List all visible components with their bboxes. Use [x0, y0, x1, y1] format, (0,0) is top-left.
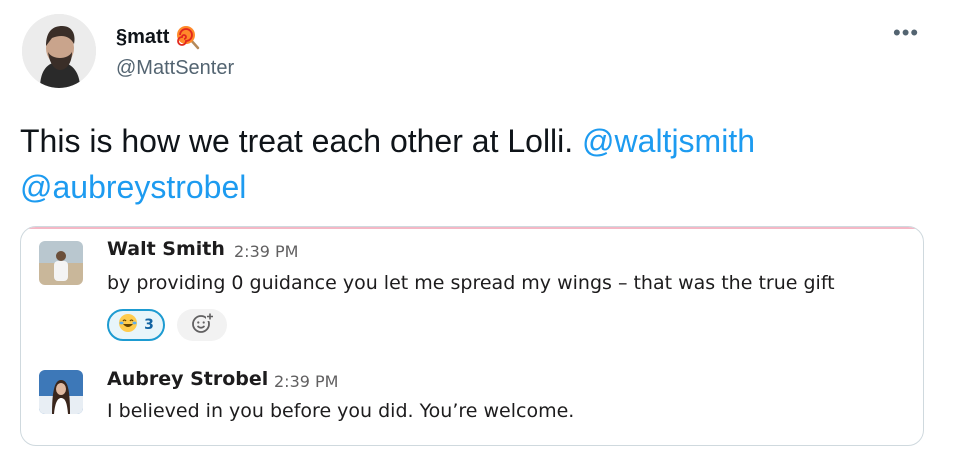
author-display-name[interactable]: §matt: [116, 24, 201, 50]
mention-waltjsmith[interactable]: @waltjsmith: [582, 123, 755, 159]
message-text: by providing 0 guidance you let me sprea…: [107, 272, 835, 294]
add-reaction-button[interactable]: [177, 309, 227, 341]
embedded-image[interactable]: Walt Smith 2:39 PM by providing 0 guidan…: [20, 226, 924, 446]
walt-smith-avatar: [39, 241, 83, 285]
message-text: I believed in you before you did. You’re…: [107, 400, 575, 422]
more-horizontal-icon[interactable]: •••: [893, 20, 919, 46]
add-emoji-icon: [190, 311, 214, 340]
tweet-body: This is how we treat each other at Lolli…: [20, 123, 574, 159]
author-avatar[interactable]: [22, 14, 96, 88]
message-author-name: Walt Smith: [107, 238, 225, 260]
display-name-text: §matt: [116, 25, 170, 48]
joy-emoji-icon: [118, 313, 138, 338]
mention-aubreystrobel[interactable]: @aubreystrobel: [20, 169, 246, 205]
aubrey-strobel-avatar: [39, 370, 83, 414]
embed-top-border: [21, 227, 923, 229]
message-timestamp: 2:39 PM: [274, 372, 339, 391]
message-author-name: Aubrey Strobel: [107, 368, 269, 390]
author-handle[interactable]: @MattSenter: [116, 57, 234, 80]
lollipop-icon: [175, 24, 201, 50]
reaction-joy-button[interactable]: 3: [107, 309, 165, 341]
message-timestamp: 2:39 PM: [234, 242, 299, 261]
tweet-text: This is how we treat each other at Lolli…: [20, 118, 940, 210]
reaction-count: 3: [144, 317, 154, 333]
